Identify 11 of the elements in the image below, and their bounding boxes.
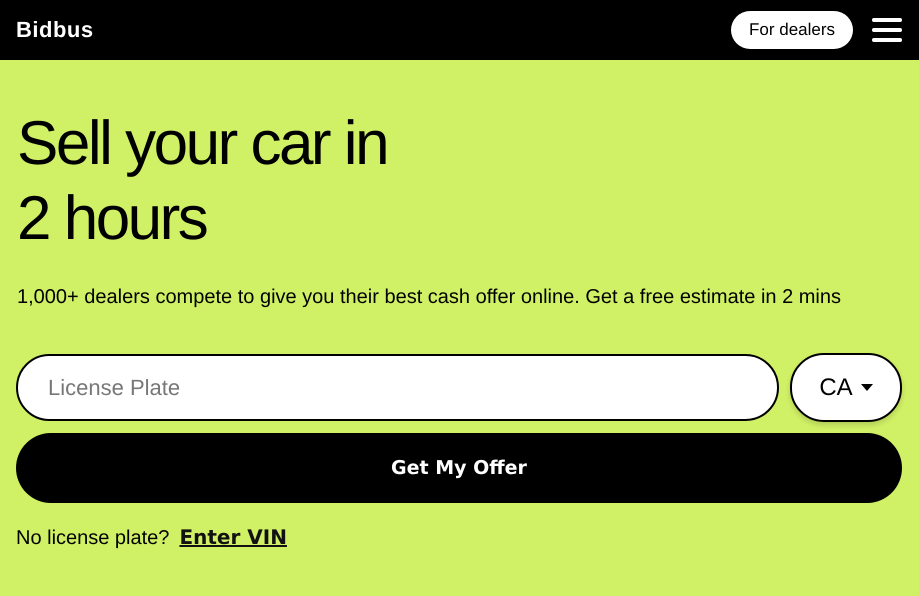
logo[interactable]: Bidbus <box>16 17 94 43</box>
menu-icon[interactable] <box>872 18 902 42</box>
enter-vin-link[interactable]: Enter VIN <box>179 525 287 549</box>
caret-icon <box>860 384 873 391</box>
hero-title: Sell your car in 2 hours <box>17 108 388 255</box>
vin-prompt: No license plate? <box>16 527 170 550</box>
hero-subtitle: 1,000+ dealers compete to give you their best cash offer online. Get a free estimate in 2 mins <box>17 285 842 310</box>
region-select[interactable]: CA <box>790 353 902 422</box>
get-offer-button[interactable]: Get My Offer <box>16 433 902 503</box>
for-dealers-button[interactable]: For dealers <box>731 11 853 49</box>
license-plate-field[interactable]: License Plate <box>16 354 779 421</box>
